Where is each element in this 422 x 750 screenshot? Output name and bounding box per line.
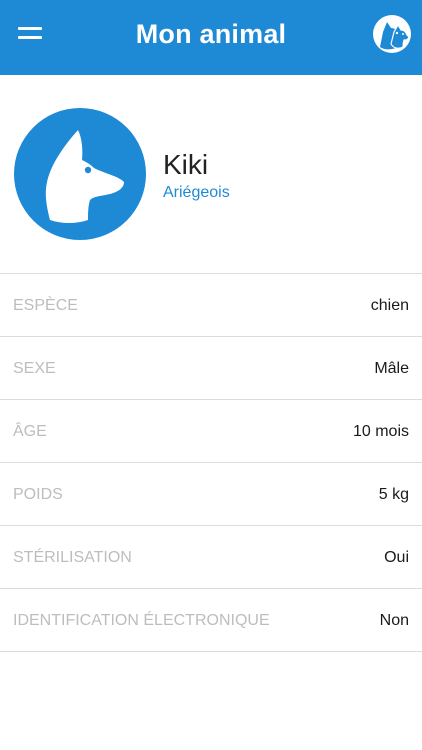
- age-value: 10 mois: [352, 423, 409, 440]
- pet-breed: Ariégeois: [163, 184, 230, 201]
- dog-logo-icon[interactable]: [372, 14, 412, 54]
- dog-head-icon[interactable]: [14, 108, 146, 240]
- app-screen: Mon animal Kiki Ariégeois ESPÈCE chien S…: [0, 0, 422, 750]
- age-label: ÂGE: [13, 423, 47, 440]
- detail-row-age: ÂGE 10 mois: [0, 400, 422, 463]
- electronic-id-label: IDENTIFICATION ÉLECTRONIQUE: [13, 612, 270, 629]
- page-title: Mon animal: [135, 19, 287, 49]
- header-bar: Mon animal: [0, 0, 422, 75]
- detail-row-species: ESPÈCE chien: [0, 274, 422, 337]
- pet-name: Kiki: [163, 149, 209, 180]
- pet-profile: Kiki Ariégeois: [0, 75, 422, 273]
- detail-row-electronic-id: IDENTIFICATION ÉLECTRONIQUE Non: [0, 589, 422, 652]
- species-value: chien: [370, 297, 409, 314]
- weight-value: 5 kg: [378, 486, 409, 503]
- detail-row-sex: SEXE Mâle: [0, 337, 422, 400]
- sex-label: SEXE: [13, 360, 56, 377]
- detail-row-sterilization: STÉRILISATION Oui: [0, 526, 422, 589]
- detail-row-weight: POIDS 5 kg: [0, 463, 422, 526]
- sex-value: Mâle: [374, 360, 409, 377]
- sterilization-value: Oui: [384, 549, 409, 566]
- weight-label: POIDS: [13, 486, 63, 503]
- electronic-id-value: Non: [379, 612, 409, 629]
- pet-details-list: ESPÈCE chien SEXE Mâle ÂGE 10 mois POIDS…: [0, 273, 422, 652]
- sterilization-label: STÉRILISATION: [13, 549, 132, 566]
- species-label: ESPÈCE: [13, 297, 78, 314]
